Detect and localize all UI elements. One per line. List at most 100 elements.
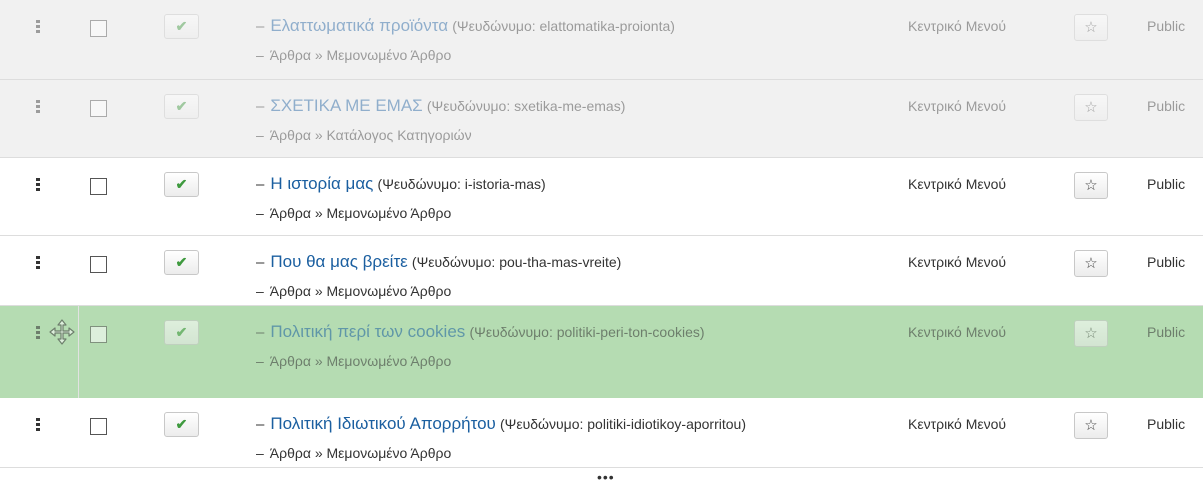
row-checkbox[interactable] bbox=[90, 20, 107, 37]
menu-cell: Κεντρικό Μενού bbox=[894, 158, 1054, 235]
item-alias: (Ψευδώνυμο: i-istoria-mas) bbox=[377, 176, 546, 192]
menu-cell: Κεντρικό Μενού bbox=[894, 80, 1054, 157]
default-home-button[interactable]: ☆ bbox=[1074, 172, 1108, 199]
level-dash: – bbox=[256, 127, 264, 143]
publish-toggle-button[interactable]: ✔ bbox=[164, 14, 199, 39]
status-cell: ✔ bbox=[152, 306, 244, 398]
ordering-cell bbox=[0, 0, 80, 79]
level-dash: – bbox=[256, 176, 265, 193]
menu-cell: Κεντρικό Μενού bbox=[894, 0, 1054, 79]
menu-name: Κεντρικό Μενού bbox=[908, 416, 1007, 432]
row-checkbox[interactable] bbox=[90, 178, 107, 195]
title-cell: – ΣΧΕΤΙΚΑ ΜΕ ΕΜΑΣ (Ψευδώνυμο: sxetika-me-… bbox=[244, 80, 894, 157]
drag-handle-icon[interactable] bbox=[36, 418, 40, 431]
home-cell: ☆ bbox=[1054, 306, 1132, 398]
access-level: Public bbox=[1147, 176, 1186, 192]
level-dash: – bbox=[256, 324, 265, 341]
item-title-link[interactable]: Που θα μας βρείτε bbox=[270, 252, 407, 271]
menu-name: Κεντρικό Μενού bbox=[908, 18, 1007, 34]
checkmark-icon: ✔ bbox=[175, 18, 188, 34]
level-dash: – bbox=[256, 283, 264, 299]
menu-cell: Κεντρικό Μενού bbox=[894, 306, 1054, 398]
default-home-button[interactable]: ☆ bbox=[1074, 14, 1108, 41]
default-home-button[interactable]: ☆ bbox=[1074, 250, 1108, 277]
star-icon: ☆ bbox=[1084, 255, 1098, 272]
table-row: ✔ – Ελαττωματικά προϊόντα (Ψευδώνυμο: ela… bbox=[0, 0, 1203, 80]
item-title-link[interactable]: Η ιστορία μας bbox=[270, 174, 373, 193]
table-row: ✔ – Πολιτική Ιδιωτικού Απορρήτου (Ψευδώνυ… bbox=[0, 398, 1203, 468]
select-cell bbox=[80, 236, 152, 305]
item-alias: (Ψευδώνυμο: politiki-peri-ton-cookies) bbox=[469, 324, 705, 340]
menu-cell: Κεντρικό Μενού bbox=[894, 236, 1054, 305]
access-level: Public bbox=[1147, 254, 1186, 270]
level-dash: – bbox=[256, 353, 264, 369]
drag-handle-icon[interactable] bbox=[36, 20, 40, 33]
checkmark-icon: ✔ bbox=[175, 416, 188, 432]
title-cell: – Πολιτική περί των cookies (Ψευδώνυμο: p… bbox=[244, 306, 894, 398]
select-cell bbox=[80, 0, 152, 79]
status-cell: ✔ bbox=[152, 158, 244, 235]
menu-name: Κεντρικό Μενού bbox=[908, 98, 1007, 114]
access-level: Public bbox=[1147, 98, 1186, 114]
ordering-cell bbox=[0, 236, 80, 305]
item-type: Άρθρα » Μεμονωμένο Άρθρο bbox=[269, 353, 452, 369]
ordering-cell bbox=[0, 158, 80, 235]
access-cell: Public bbox=[1132, 0, 1203, 79]
home-cell: ☆ bbox=[1054, 80, 1132, 157]
default-home-button[interactable]: ☆ bbox=[1074, 320, 1108, 347]
drag-guide-line bbox=[78, 306, 79, 398]
item-title-link[interactable]: ΣΧΕΤΙΚΑ ΜΕ ΕΜΑΣ bbox=[270, 96, 422, 115]
row-checkbox[interactable] bbox=[90, 100, 107, 117]
publish-toggle-button[interactable]: ✔ bbox=[164, 412, 199, 437]
table-row: ✔ – Η ιστορία μας (Ψευδώνυμο: i-istoria-m… bbox=[0, 158, 1203, 236]
row-checkbox[interactable] bbox=[90, 418, 107, 435]
home-cell: ☆ bbox=[1054, 236, 1132, 305]
item-alias: (Ψευδώνυμο: elattomatika-proionta) bbox=[452, 18, 675, 34]
item-type: Άρθρα » Μεμονωμένο Άρθρο bbox=[269, 47, 452, 63]
home-cell: ☆ bbox=[1054, 0, 1132, 79]
title-cell: – Που θα μας βρείτε (Ψευδώνυμο: pou-tha-m… bbox=[244, 236, 894, 305]
access-cell: Public bbox=[1132, 236, 1203, 305]
default-home-button[interactable]: ☆ bbox=[1074, 94, 1108, 121]
star-icon: ☆ bbox=[1084, 417, 1098, 434]
drag-handle-icon[interactable] bbox=[36, 178, 40, 191]
item-type: Άρθρα » Μεμονωμένο Άρθρο bbox=[269, 205, 452, 221]
level-dash: – bbox=[256, 47, 264, 63]
home-cell: ☆ bbox=[1054, 158, 1132, 235]
menu-name: Κεντρικό Μενού bbox=[908, 254, 1007, 270]
item-type: Άρθρα » Μεμονωμένο Άρθρο bbox=[269, 283, 452, 299]
item-alias: (Ψευδώνυμο: sxetika-me-emas) bbox=[426, 98, 626, 114]
select-cell bbox=[80, 80, 152, 157]
row-checkbox[interactable] bbox=[90, 326, 107, 343]
publish-toggle-button[interactable]: ✔ bbox=[164, 172, 199, 197]
drag-handle-icon[interactable] bbox=[36, 100, 40, 113]
level-dash: – bbox=[256, 18, 265, 35]
drag-handle-icon[interactable] bbox=[36, 326, 40, 339]
access-level: Public bbox=[1147, 416, 1186, 432]
default-home-button[interactable]: ☆ bbox=[1074, 412, 1108, 439]
status-cell: ✔ bbox=[152, 0, 244, 79]
menu-cell: Κεντρικό Μενού bbox=[894, 398, 1054, 467]
publish-toggle-button[interactable]: ✔ bbox=[164, 250, 199, 275]
drag-handle-icon[interactable] bbox=[36, 256, 40, 269]
star-icon: ☆ bbox=[1084, 99, 1098, 116]
publish-toggle-button[interactable]: ✔ bbox=[164, 320, 199, 345]
ordering-cell bbox=[0, 398, 80, 467]
select-cell bbox=[80, 398, 152, 467]
menu-name: Κεντρικό Μενού bbox=[908, 324, 1007, 340]
status-cell: ✔ bbox=[152, 80, 244, 157]
row-checkbox[interactable] bbox=[90, 256, 107, 273]
title-cell: – Η ιστορία μας (Ψευδώνυμο: i-istoria-mas… bbox=[244, 158, 894, 235]
item-title-link[interactable]: Πολιτική Ιδιωτικού Απορρήτου bbox=[270, 414, 495, 433]
select-cell bbox=[80, 306, 152, 398]
level-dash: – bbox=[256, 445, 264, 461]
checkmark-icon: ✔ bbox=[175, 176, 188, 192]
ordering-cell bbox=[0, 306, 80, 398]
item-title-link[interactable]: Ελαττωματικά προϊόντα bbox=[270, 16, 448, 35]
access-cell: Public bbox=[1132, 398, 1203, 467]
table-row: ✔ – Που θα μας βρείτε (Ψευδώνυμο: pou-tha… bbox=[0, 236, 1203, 306]
access-cell: Public bbox=[1132, 158, 1203, 235]
ordering-cell bbox=[0, 80, 80, 157]
item-title-link[interactable]: Πολιτική περί των cookies bbox=[270, 322, 465, 341]
publish-toggle-button[interactable]: ✔ bbox=[164, 94, 199, 119]
